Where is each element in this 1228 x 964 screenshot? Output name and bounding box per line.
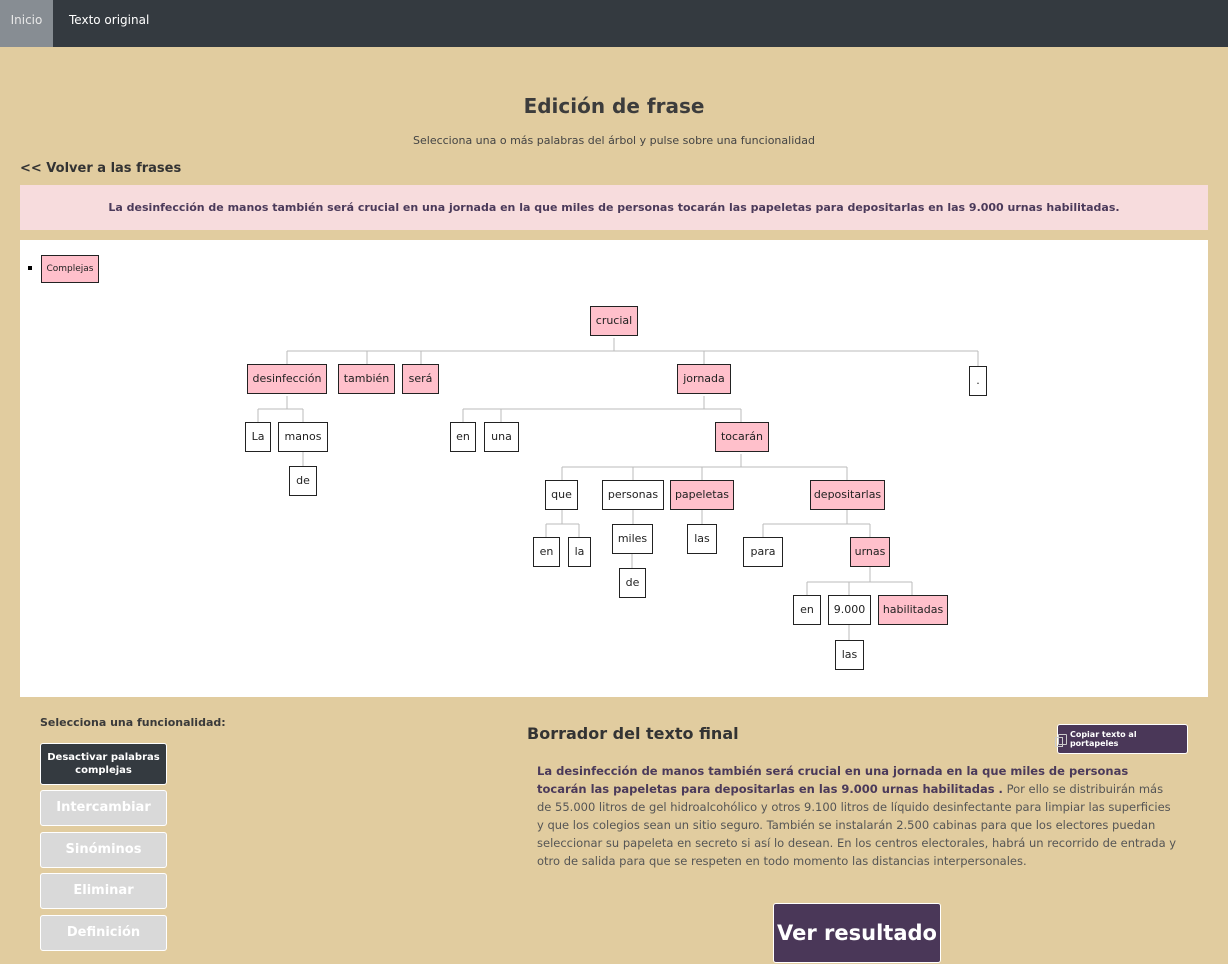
sentence-text: La desinfección de manos también será cr… xyxy=(108,201,1120,214)
delete-button[interactable]: Eliminar xyxy=(40,873,167,909)
tree-node[interactable]: La xyxy=(245,422,271,452)
tree-node[interactable]: en xyxy=(793,595,821,625)
functionality-title: Selecciona una funcionalidad: xyxy=(40,716,226,729)
nav-original-text-link[interactable]: Texto original xyxy=(69,0,149,47)
tree-node[interactable]: urnas xyxy=(850,537,890,567)
page-subtitle: Selecciona una o más palabras del árbol … xyxy=(413,134,815,147)
definition-button[interactable]: Definición xyxy=(40,915,167,951)
selected-sentence: La desinfección de manos también será cr… xyxy=(20,185,1208,230)
tree-node[interactable]: desinfección xyxy=(247,364,327,394)
tree-node[interactable]: jornada xyxy=(677,364,731,394)
nav-home-link[interactable]: Inicio xyxy=(0,0,53,47)
tree-node[interactable]: miles xyxy=(612,524,653,554)
tree-node[interactable]: manos xyxy=(278,422,328,452)
draft-title: Borrador del texto final xyxy=(527,724,739,743)
copy-to-clipboard-button[interactable]: Copiar texto al portapeles xyxy=(1055,724,1188,754)
tree-node[interactable]: 9.000 xyxy=(828,595,871,625)
page-title: Edición de frase xyxy=(523,94,705,118)
tree-node[interactable]: será xyxy=(402,364,439,394)
tree-node[interactable]: una xyxy=(484,422,519,452)
tree-node[interactable]: de xyxy=(619,568,646,598)
tree-node[interactable]: depositarlas xyxy=(810,480,885,510)
tree-node[interactable]: de xyxy=(289,466,317,496)
swap-button[interactable]: Intercambiar xyxy=(40,790,167,826)
tree-node[interactable]: crucial xyxy=(590,306,638,336)
tree-node[interactable]: en xyxy=(533,537,560,567)
tree-node[interactable]: también xyxy=(338,364,395,394)
deactivate-complex-words-button[interactable]: Desactivar palabras complejas xyxy=(40,743,167,785)
draft-text: La desinfección de manos también será cr… xyxy=(537,762,1177,870)
tree-node[interactable]: . xyxy=(969,366,987,396)
synonyms-button[interactable]: Sinóminos xyxy=(40,832,167,868)
tree-node[interactable]: para xyxy=(743,537,783,567)
clipboard-icon xyxy=(1055,733,1067,747)
tree-node[interactable]: tocarán xyxy=(715,422,769,452)
dependency-tree-panel: Complejas crucial desinfección también s… xyxy=(20,240,1208,697)
back-to-sentences-link[interactable]: << Volver a las frases xyxy=(20,161,181,176)
tree-node[interactable]: papeletas xyxy=(670,480,734,510)
tree-node[interactable]: personas xyxy=(602,480,664,510)
tree-node[interactable]: en xyxy=(450,422,476,452)
tree-node[interactable]: habilitadas xyxy=(878,595,948,625)
tree-node[interactable]: la xyxy=(568,537,591,567)
top-navbar: Inicio Texto original xyxy=(0,0,1228,47)
tree-node[interactable]: que xyxy=(545,480,578,510)
tree-node[interactable]: las xyxy=(687,524,717,554)
view-result-button[interactable]: Ver resultado xyxy=(773,903,941,963)
tree-node[interactable]: las xyxy=(835,640,864,670)
copy-button-label: Copiar texto al portapeles xyxy=(1069,730,1137,748)
